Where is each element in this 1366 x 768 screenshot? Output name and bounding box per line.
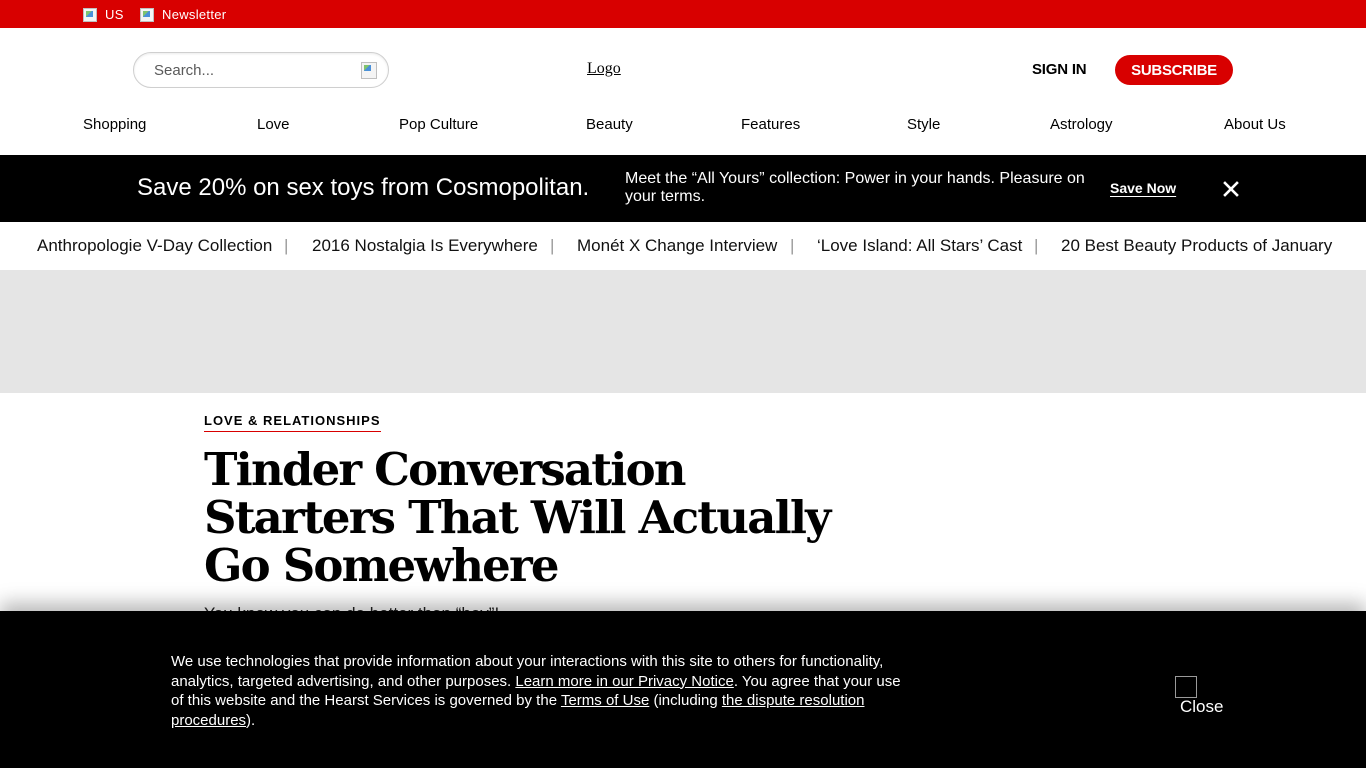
trending-link[interactable]: Monét X Change Interview	[577, 236, 777, 256]
promo-banner: Save 20% on sex toys from Cosmopolitan. …	[0, 155, 1366, 222]
save-now-link[interactable]: Save Now	[1110, 180, 1176, 196]
trending-link[interactable]: Anthropologie V-Day Collection	[37, 236, 272, 256]
close-image-icon	[1175, 676, 1197, 698]
trending-separator: |	[284, 236, 289, 255]
logo-alt-text: Logo	[587, 60, 621, 77]
trending-separator: |	[790, 236, 795, 255]
cookie-close-label: Close	[1180, 697, 1224, 716]
cookie-notice-text: We use technologies that provide informa…	[171, 652, 911, 730]
search-input[interactable]	[154, 61, 344, 79]
nav-item-style[interactable]: Style	[907, 116, 940, 133]
site-logo[interactable]: Logo	[587, 60, 621, 78]
trending-links: Anthropologie V-Day Collection | 2016 No…	[0, 222, 1366, 271]
nav-item-shopping[interactable]: Shopping	[83, 116, 146, 133]
nav-item-about-us[interactable]: About Us	[1224, 116, 1286, 133]
trending-link[interactable]: 2016 Nostalgia Is Everywhere	[312, 236, 538, 256]
search-icon[interactable]	[361, 62, 377, 79]
search-box	[133, 52, 389, 88]
newsletter-link[interactable]: Newsletter	[140, 7, 226, 22]
main-nav: Shopping Love Pop Culture Beauty Feature…	[0, 116, 1366, 136]
trending-link[interactable]: 20 Best Beauty Products of January	[1061, 236, 1332, 256]
section-label[interactable]: LOVE & RELATIONSHIPS	[204, 413, 381, 432]
newsletter-label: Newsletter	[162, 7, 227, 22]
trending-link[interactable]: ‘Love Island: All Stars’ Cast	[817, 236, 1022, 256]
cookie-text-4: ).	[246, 711, 256, 729]
cookie-banner: We use technologies that provide informa…	[0, 611, 1366, 768]
promo-description: Meet the “All Yours” collection: Power i…	[625, 170, 1085, 205]
nav-item-pop-culture[interactable]: Pop Culture	[399, 116, 478, 133]
trending-separator: |	[550, 236, 555, 255]
privacy-notice-link[interactable]: Learn more in our Privacy Notice	[515, 673, 733, 690]
ad-slot	[0, 271, 1366, 393]
nav-item-astrology[interactable]: Astrology	[1050, 116, 1113, 133]
close-icon[interactable]	[1222, 180, 1240, 198]
edition-label: US	[105, 7, 124, 22]
cookie-text-3: (including	[653, 692, 718, 709]
nav-item-love[interactable]: Love	[257, 116, 290, 133]
sign-in-link[interactable]: SIGN IN	[1032, 61, 1087, 78]
newsletter-icon	[140, 7, 154, 22]
promo-headline: Save 20% on sex toys from Cosmopolitan.	[137, 174, 590, 201]
nav-item-features[interactable]: Features	[741, 116, 800, 133]
trending-separator: |	[1034, 236, 1039, 255]
article-title: Tinder Conversation Starters That Will A…	[204, 443, 831, 592]
flag-icon	[83, 7, 97, 22]
terms-of-use-link[interactable]: Terms of Use	[561, 692, 649, 709]
subscribe-button[interactable]: SUBSCRIBE	[1115, 55, 1233, 85]
nav-item-beauty[interactable]: Beauty	[586, 116, 633, 133]
top-utility-bar: US Newsletter	[0, 0, 1366, 28]
edition-selector[interactable]: US	[83, 7, 124, 22]
